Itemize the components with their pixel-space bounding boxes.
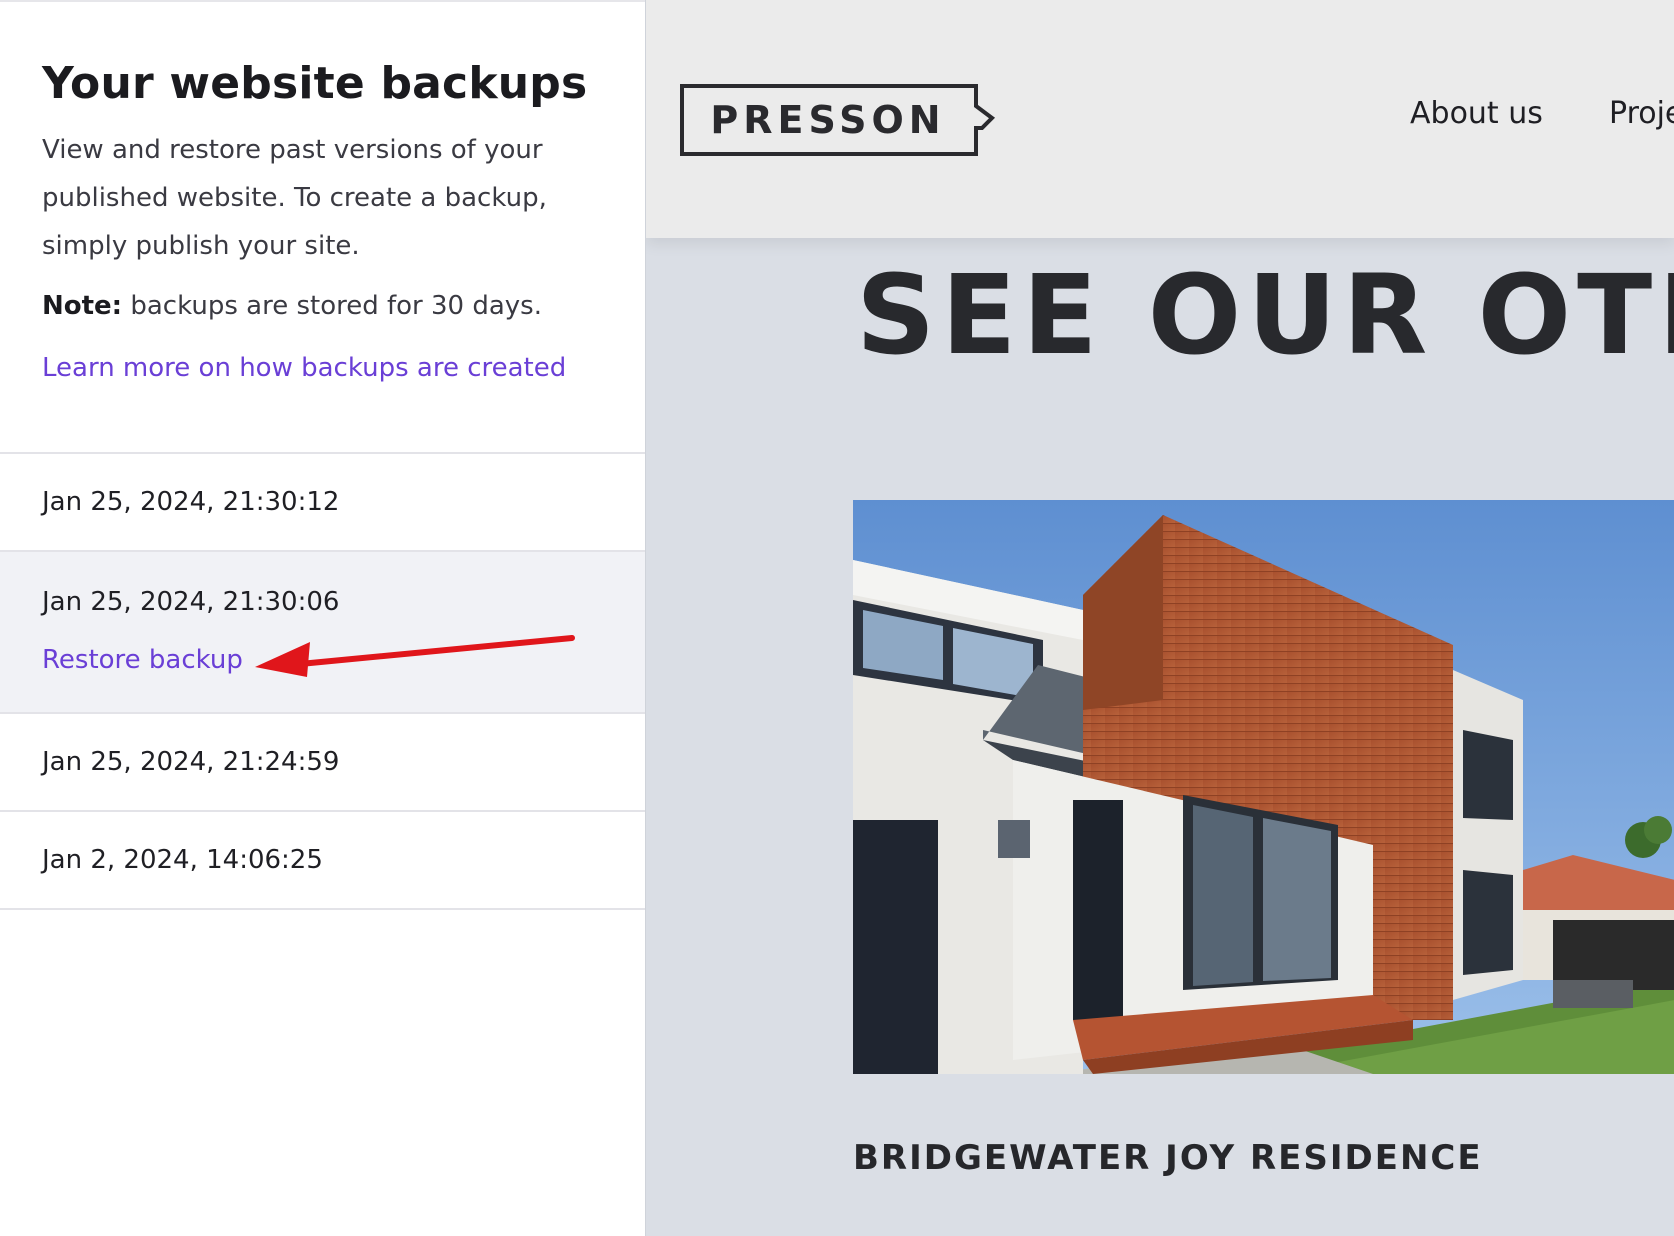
site-header: PRESSON About us Proje — [646, 0, 1674, 238]
retention-note: Note: backups are stored for 30 days. — [42, 286, 603, 326]
backup-date: Jan 2, 2024, 14:06:25 — [42, 845, 323, 875]
learn-more-link[interactable]: Learn more on how backups are created — [42, 348, 566, 388]
note-text: backups are stored for 30 days. — [122, 291, 542, 321]
nav-projects[interactable]: Proje — [1609, 96, 1674, 131]
website-preview: PRESSON About us Proje SEE OUR OTH — [645, 0, 1674, 1236]
backup-date: Jan 25, 2024, 21:24:59 — [42, 747, 340, 777]
site-nav: About us Proje — [646, 96, 1674, 140]
house-photo — [853, 500, 1674, 1074]
project-photo[interactable] — [853, 500, 1674, 1074]
nav-about-us[interactable]: About us — [1410, 96, 1543, 131]
backup-row-selected[interactable]: Jan 25, 2024, 21:30:06 Restore backup — [0, 552, 645, 714]
backup-row[interactable]: Jan 25, 2024, 21:24:59 — [0, 714, 645, 812]
backup-row[interactable]: Jan 2, 2024, 14:06:25 — [0, 812, 645, 910]
backup-date: Jan 25, 2024, 21:30:06 — [42, 587, 340, 617]
backup-list: Jan 25, 2024, 21:30:12 Jan 25, 2024, 21:… — [0, 454, 645, 910]
panel-description: View and restore past versions of your p… — [42, 135, 547, 261]
backups-panel: Your website backups View and restore pa… — [0, 0, 645, 1236]
project-name: BRIDGEWATER JOY RESIDENCE — [853, 1138, 1483, 1178]
note-label: Note: — [42, 291, 123, 321]
panel-title: Your website backups — [42, 58, 588, 109]
backup-row[interactable]: Jan 25, 2024, 21:30:12 — [0, 454, 645, 552]
backups-panel-header: Your website backups View and restore pa… — [0, 2, 645, 454]
restore-backup-button[interactable]: Restore backup — [42, 640, 243, 680]
hero-title: SEE OUR OTH — [856, 251, 1674, 379]
app-window: Your website backups View and restore pa… — [0, 0, 1674, 1236]
backup-date: Jan 25, 2024, 21:30:12 — [42, 487, 340, 517]
